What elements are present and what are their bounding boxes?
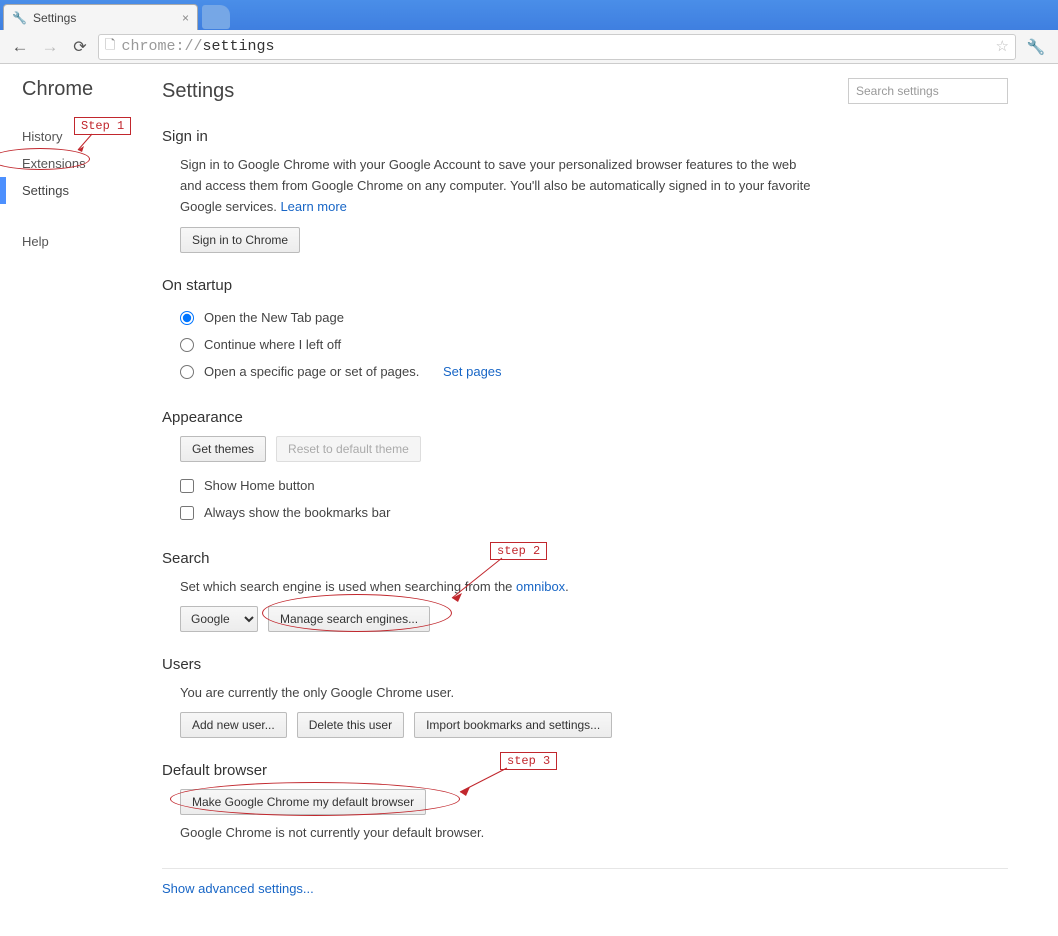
settings-content: Settings Sign in Sign in to Google Chrom…	[152, 78, 1032, 936]
sidebar-title: Chrome	[22, 78, 152, 101]
divider	[162, 868, 1008, 869]
url-path: settings	[202, 38, 274, 55]
default-browser-heading: Default browser	[162, 762, 1008, 779]
manage-search-engines-button[interactable]: Manage search engines...	[268, 606, 430, 632]
users-desc: You are currently the only Google Chrome…	[180, 683, 820, 704]
wrench-icon: 🔧	[12, 11, 27, 25]
annotation-step2-label: step 2	[490, 542, 547, 560]
forward-button[interactable]: →	[38, 35, 62, 59]
search-settings-input[interactable]	[848, 78, 1008, 104]
set-pages-link[interactable]: Set pages	[443, 364, 502, 379]
startup-opt-newtab[interactable]: Open the New Tab page	[180, 304, 1008, 331]
section-default-browser: Default browser Make Google Chrome my de…	[162, 762, 1008, 844]
get-themes-button[interactable]: Get themes	[180, 436, 266, 462]
reset-theme-button: Reset to default theme	[276, 436, 421, 462]
search-engine-select[interactable]: Google	[180, 606, 258, 632]
default-browser-status: Google Chrome is not currently your defa…	[180, 823, 820, 844]
omnibox[interactable]: 🗋 chrome://settings ☆	[98, 34, 1016, 60]
startup-opt-continue[interactable]: Continue where I left off	[180, 331, 1008, 358]
startup-opt-specific[interactable]: Open a specific page or set of pages. Se…	[180, 358, 1008, 385]
signin-desc: Sign in to Google Chrome with your Googl…	[180, 155, 820, 217]
tab-title: Settings	[33, 11, 76, 25]
section-users: Users You are currently the only Google …	[162, 656, 1008, 738]
signin-heading: Sign in	[162, 128, 1008, 145]
add-user-button[interactable]: Add new user...	[180, 712, 287, 738]
startup-heading: On startup	[162, 277, 1008, 294]
show-home-checkbox-row[interactable]: Show Home button	[180, 472, 1008, 499]
import-bookmarks-button[interactable]: Import bookmarks and settings...	[414, 712, 612, 738]
sidebar-item-help[interactable]: Help	[22, 228, 152, 255]
sidebar-item-settings[interactable]: Settings	[22, 177, 152, 204]
close-tab-icon[interactable]: ×	[182, 11, 189, 25]
startup-radio-continue[interactable]	[180, 338, 194, 352]
delete-user-button[interactable]: Delete this user	[297, 712, 404, 738]
sidebar-item-extensions[interactable]: Extensions	[22, 150, 152, 177]
page-title: Settings	[162, 80, 234, 103]
startup-radio-newtab[interactable]	[180, 311, 194, 325]
new-tab-button[interactable]	[202, 5, 230, 29]
search-desc: Set which search engine is used when sea…	[180, 577, 820, 598]
page-icon: 🗋	[105, 36, 115, 58]
section-startup: On startup Open the New Tab page Continu…	[162, 277, 1008, 385]
bookmarks-bar-checkbox[interactable]	[180, 506, 194, 520]
search-heading: Search	[162, 550, 1008, 567]
make-default-browser-button[interactable]: Make Google Chrome my default browser	[180, 789, 426, 815]
section-appearance: Appearance Get themes Reset to default t…	[162, 409, 1008, 526]
show-advanced-link[interactable]: Show advanced settings...	[162, 881, 314, 896]
browser-tab-strip: 🔧 Settings ×	[0, 0, 1058, 30]
bookmark-star-icon[interactable]: ☆	[996, 37, 1009, 56]
sidebar: Chrome History Extensions Settings Help …	[0, 78, 152, 936]
learn-more-link[interactable]: Learn more	[280, 199, 346, 214]
annotation-step1-label: Step 1	[74, 117, 131, 135]
url-scheme: chrome://	[121, 38, 202, 55]
bookmarks-bar-checkbox-row[interactable]: Always show the bookmarks bar	[180, 499, 1008, 526]
appearance-heading: Appearance	[162, 409, 1008, 426]
section-signin: Sign in Sign in to Google Chrome with yo…	[162, 128, 1008, 253]
sign-in-button[interactable]: Sign in to Chrome	[180, 227, 300, 253]
section-search: Search Set which search engine is used w…	[162, 550, 1008, 632]
browser-toolbar: ← → ⟳ 🗋 chrome://settings ☆ 🔧	[0, 30, 1058, 64]
startup-radio-specific[interactable]	[180, 365, 194, 379]
users-heading: Users	[162, 656, 1008, 673]
wrench-menu-button[interactable]: 🔧	[1022, 38, 1050, 56]
omnibox-link[interactable]: omnibox	[516, 579, 565, 594]
browser-tab[interactable]: 🔧 Settings ×	[3, 4, 198, 30]
back-button[interactable]: ←	[8, 35, 32, 59]
show-home-checkbox[interactable]	[180, 479, 194, 493]
reload-button[interactable]: ⟳	[68, 35, 92, 59]
annotation-step3-label: step 3	[500, 752, 557, 770]
